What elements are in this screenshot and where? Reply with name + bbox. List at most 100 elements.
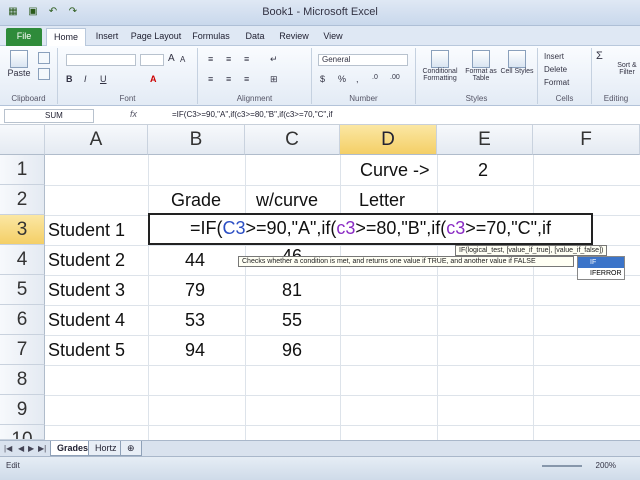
tab-view[interactable]: View <box>318 28 348 46</box>
column-header-f[interactable]: F <box>533 125 640 155</box>
font-name-select[interactable] <box>66 54 136 66</box>
cell-a7[interactable]: Student 5 <box>48 335 125 365</box>
cut-button[interactable] <box>38 52 50 66</box>
column-header-b[interactable]: B <box>148 125 245 155</box>
insert-sheet-icon[interactable]: ⊕ <box>120 441 142 456</box>
autocomplete-item-if[interactable]: IF <box>578 257 624 268</box>
cell-c6[interactable]: 55 <box>282 305 302 335</box>
cell-reference: c3 <box>336 218 356 238</box>
column-header-c[interactable]: C <box>245 125 340 155</box>
format-as-table-label: Format as Table <box>465 68 497 82</box>
row-header-1[interactable]: 1 <box>0 155 45 185</box>
number-group-label: Number <box>349 94 378 103</box>
tab-insert[interactable]: Insert <box>92 28 122 46</box>
percent-icon[interactable]: % <box>338 74 346 84</box>
copy-button[interactable] <box>38 68 50 82</box>
paste-button[interactable]: Paste <box>6 50 32 78</box>
font-color-icon[interactable]: A <box>150 74 157 84</box>
currency-icon[interactable]: $ <box>320 74 325 84</box>
grow-font-icon[interactable]: A <box>168 53 175 64</box>
italic-button[interactable]: I <box>84 74 87 84</box>
formula-input[interactable]: =IF(C3>=90,"A",if(c3>=80,"B",if(c3>=70,"… <box>172 110 332 119</box>
tab-formulas[interactable]: Formulas <box>190 28 232 46</box>
zoom-slider[interactable] <box>542 465 582 467</box>
cell-b5[interactable]: 79 <box>185 275 205 305</box>
cell-styles-button[interactable]: Cell Styles <box>500 50 534 75</box>
cell-e1[interactable]: 2 <box>478 155 488 185</box>
increase-decimal-icon[interactable]: .0 <box>372 74 378 81</box>
insert-function-icon[interactable]: fx <box>130 109 137 119</box>
zoom-level[interactable]: 200% <box>596 461 616 470</box>
number-format-select[interactable]: General <box>318 54 408 66</box>
formula-part: >=80,"B",if( <box>355 218 447 238</box>
font-group: B I U A A A Font <box>58 48 198 104</box>
autocomplete-item-iferror[interactable]: IFERROR <box>578 268 624 279</box>
sheet-tab-bar: |◀ ◀ ▶ ▶| Grades Hortz ⊕ <box>0 440 640 456</box>
align-right-icon[interactable]: ≡ <box>244 74 249 84</box>
cell-b2[interactable]: Grade <box>171 185 221 215</box>
row-header-6[interactable]: 6 <box>0 305 45 335</box>
cell-d1[interactable]: Curve -> <box>360 155 430 185</box>
align-middle-icon[interactable]: ≡ <box>226 54 231 64</box>
tab-review[interactable]: Review <box>276 28 312 46</box>
formula-part: >=70,"C",if <box>465 218 552 238</box>
cell-a6[interactable]: Student 4 <box>48 305 125 335</box>
cell-d2[interactable]: Letter <box>359 185 405 215</box>
tab-home[interactable]: Home <box>46 28 86 46</box>
column-header-d[interactable]: D <box>340 125 437 155</box>
cell-c5[interactable]: 81 <box>282 275 302 305</box>
prev-sheet-icon[interactable]: ◀ <box>18 444 24 453</box>
cells-group-label: Cells <box>555 94 574 103</box>
row-header-10[interactable]: 10 <box>0 425 45 440</box>
cell-b4[interactable]: 44 <box>185 245 205 275</box>
row-header-5[interactable]: 5 <box>0 275 45 305</box>
cell-c2[interactable]: w/curve <box>256 185 318 215</box>
bold-button[interactable]: B <box>66 74 73 84</box>
cell-b7[interactable]: 94 <box>185 335 205 365</box>
cell-a3[interactable]: Student 1 <box>48 215 125 245</box>
cell-a4[interactable]: Student 2 <box>48 245 125 275</box>
align-bottom-icon[interactable]: ≡ <box>244 54 249 64</box>
format-cells-button[interactable]: Format <box>544 78 569 87</box>
first-sheet-icon[interactable]: |◀ <box>4 444 12 453</box>
grid-line <box>340 155 341 440</box>
format-as-table-button[interactable]: Format as Table <box>464 50 498 82</box>
select-all-corner[interactable] <box>0 125 45 155</box>
align-top-icon[interactable]: ≡ <box>208 54 213 64</box>
grid-line <box>245 155 246 440</box>
tab-data[interactable]: Data <box>240 28 270 46</box>
column-header-e[interactable]: E <box>437 125 533 155</box>
insert-cells-button[interactable]: Insert <box>544 52 564 61</box>
sort-filter-button[interactable]: Sort & Filter <box>616 62 638 76</box>
tab-file[interactable]: File <box>6 28 42 46</box>
name-box[interactable]: SUM <box>4 109 94 123</box>
conditional-formatting-label: Conditional Formatting <box>422 68 458 82</box>
cell-d3-editor[interactable]: =IF(C3>=90,"A",if(c3>=80,"B",if(c3>=70,"… <box>148 213 593 245</box>
cell-a5[interactable]: Student 3 <box>48 275 125 305</box>
align-left-icon[interactable]: ≡ <box>208 74 213 84</box>
row-header-8[interactable]: 8 <box>0 365 45 395</box>
row-header-4[interactable]: 4 <box>0 245 45 275</box>
underline-button[interactable]: U <box>100 74 107 84</box>
row-header-9[interactable]: 9 <box>0 395 45 425</box>
autosum-icon[interactable]: Σ <box>596 50 603 62</box>
column-header-a[interactable]: A <box>45 125 148 155</box>
next-sheet-icon[interactable]: ▶ <box>28 444 34 453</box>
font-size-select[interactable] <box>140 54 164 66</box>
cell-c7[interactable]: 96 <box>282 335 302 365</box>
delete-cells-button[interactable]: Delete <box>544 65 567 74</box>
last-sheet-icon[interactable]: ▶| <box>38 444 46 453</box>
align-center-icon[interactable]: ≡ <box>226 74 231 84</box>
cell-b6[interactable]: 53 <box>185 305 205 335</box>
comma-icon[interactable]: , <box>356 74 359 84</box>
sheet-tab-hortz[interactable]: Hortz <box>88 441 124 456</box>
merge-center-icon[interactable]: ⊞ <box>270 74 278 85</box>
row-header-7[interactable]: 7 <box>0 335 45 365</box>
row-header-3[interactable]: 3 <box>0 215 45 245</box>
wrap-text-icon[interactable]: ↵ <box>270 54 278 65</box>
row-header-2[interactable]: 2 <box>0 185 45 215</box>
tab-page-layout[interactable]: Page Layout <box>128 28 184 46</box>
decrease-decimal-icon[interactable]: .00 <box>390 74 400 81</box>
shrink-font-icon[interactable]: A <box>180 55 185 64</box>
conditional-formatting-button[interactable]: Conditional Formatting <box>418 50 462 82</box>
